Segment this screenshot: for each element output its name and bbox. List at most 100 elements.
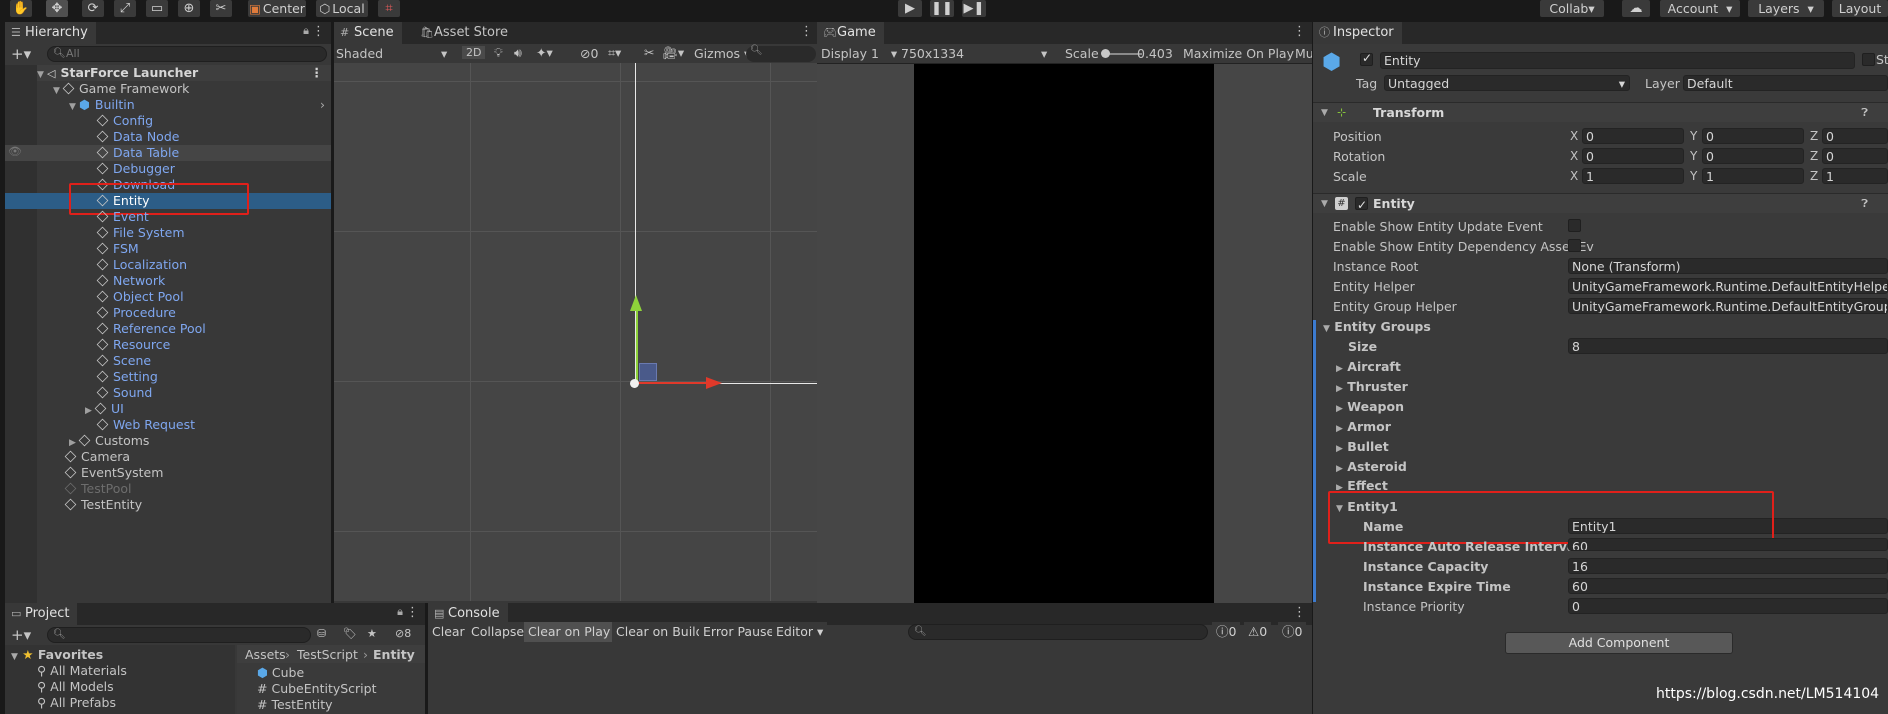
space-toggle[interactable]: ⬡ Local	[316, 0, 368, 17]
rotation-y-field[interactable]: 0	[1702, 148, 1804, 164]
clear-button[interactable]: Clear	[428, 622, 469, 642]
list-item-disabled[interactable]: TestPool	[64, 481, 331, 497]
position-z-field[interactable]: 0	[1822, 128, 1888, 144]
project-search-input[interactable]: 🔍︎	[47, 627, 311, 643]
layer-dropdown[interactable]: Default	[1683, 75, 1888, 91]
group-foldout[interactable]: ▶ Thruster	[1336, 379, 1408, 394]
list-item[interactable]: Event	[96, 209, 331, 225]
kebab-menu-icon[interactable]: ⋮	[406, 605, 419, 620]
list-item[interactable]: ▼ ⬢ Builtin ›	[69, 97, 331, 113]
kebab-menu-icon[interactable]: ⋮	[311, 65, 324, 81]
list-item[interactable]: ▶ Customs	[69, 433, 331, 449]
mute-toggle[interactable]: Mu	[1295, 46, 1312, 61]
step-button[interactable]: ▶❚	[962, 0, 986, 17]
static-checkbox[interactable]	[1862, 53, 1875, 66]
list-item[interactable]: Network	[96, 273, 331, 289]
display-dropdown[interactable]: Display 1 ▾	[821, 46, 897, 61]
scale-z-field[interactable]: 1	[1822, 168, 1888, 184]
favorites-foldout[interactable]: ▼ ★ Favorites	[11, 647, 103, 662]
size-field[interactable]: 8	[1568, 338, 1888, 354]
group-foldout[interactable]: ▶ Aircraft	[1336, 359, 1401, 374]
list-item[interactable]: Debugger	[96, 161, 331, 177]
expire-time-field[interactable]: 60	[1568, 578, 1888, 594]
move-icon[interactable]: ✥	[46, 0, 68, 17]
help-icon[interactable]: ❓︎	[1861, 103, 1868, 123]
kebab-menu-icon[interactable]: ⋮	[1293, 605, 1306, 620]
label-icon[interactable]: 🏷︎	[343, 627, 357, 640]
layout-dropdown[interactable]: Layout	[1832, 0, 1888, 17]
add-component-button[interactable]: Add Component	[1505, 632, 1733, 654]
effects-icon[interactable]: ✦▾	[536, 45, 553, 60]
hand-icon[interactable]: ✋	[10, 0, 32, 17]
hierarchy-search-input[interactable]: 🔍︎ All	[47, 46, 327, 62]
position-x-field[interactable]: 0	[1582, 128, 1684, 144]
x-axis-handle[interactable]	[636, 382, 710, 384]
scale-x-field[interactable]: 1	[1582, 168, 1684, 184]
pivot-handle[interactable]	[630, 379, 639, 388]
list-item[interactable]: ▼ Game Framework	[53, 81, 331, 97]
rotation-z-field[interactable]: 0	[1822, 148, 1888, 164]
hidden-objects-toggle[interactable]: ⊘0	[580, 46, 598, 61]
play-button[interactable]: ▶	[898, 0, 922, 17]
kebab-menu-icon[interactable]: ⋮	[1293, 24, 1306, 39]
scale-icon[interactable]: ⤢	[114, 0, 136, 17]
list-item[interactable]: ⚲ All Materials	[37, 663, 127, 678]
scale-slider-thumb[interactable]	[1101, 49, 1110, 58]
editor-dropdown[interactable]: Editor ▾	[772, 622, 828, 642]
collapse-button[interactable]: Collapse	[467, 622, 529, 642]
visibility-eye-icon[interactable]: 👁︎	[8, 145, 22, 158]
lighting-icon[interactable]: 💡︎	[494, 45, 503, 61]
breadcrumb-item[interactable]: Assets	[245, 647, 286, 662]
list-item[interactable]: # CubeEntityScript	[257, 681, 377, 696]
list-item[interactable]: Data Node	[96, 129, 331, 145]
x-axis-arrow-icon[interactable]	[706, 377, 722, 389]
clear-on-play-toggle[interactable]: Clear on Play	[524, 622, 615, 642]
clear-on-build-toggle[interactable]: Clear on Build	[612, 622, 708, 642]
mode-2d-toggle[interactable]: 2D	[462, 46, 486, 59]
tab-game[interactable]: 🎮︎ Game	[817, 22, 884, 44]
list-item[interactable]: Reference Pool	[96, 321, 331, 337]
foldout-arrow-icon[interactable]: ▼	[1321, 103, 1328, 123]
show-dependency-checkbox[interactable]	[1568, 239, 1581, 252]
group-foldout[interactable]: ▶ Asteroid	[1336, 459, 1407, 474]
object-name-field[interactable]: Entity	[1380, 52, 1855, 69]
priority-field[interactable]: 0	[1568, 598, 1888, 614]
show-update-checkbox[interactable]	[1568, 219, 1581, 232]
error-count-toggle[interactable]: ⓘ0	[1278, 622, 1307, 642]
y-axis-handle[interactable]	[636, 309, 638, 383]
list-item[interactable]: ⚲ All Prefabs	[37, 695, 116, 710]
grid-snap-icon[interactable]: ⌗▾	[608, 45, 621, 61]
xy-plane-handle[interactable]	[639, 363, 657, 381]
filter-type-icon[interactable]: ⛁	[317, 627, 326, 640]
list-item[interactable]: File System	[96, 225, 331, 241]
lock-icon[interactable]: 🔒︎	[303, 24, 309, 38]
rotation-x-field[interactable]: 0	[1582, 148, 1684, 164]
expand-arrow-icon[interactable]: ▶	[85, 403, 95, 419]
resolution-dropdown[interactable]: 750x1334 ▾	[901, 46, 1047, 61]
group-helper-field[interactable]: UnityGameFramework.Runtime.DefaultEntity…	[1568, 298, 1888, 314]
transform-icon[interactable]: ⊕	[178, 0, 200, 17]
tab-asset-store[interactable]: 🛍︎ Asset Store	[414, 22, 517, 44]
help-icon[interactable]: ❓︎	[1861, 194, 1868, 214]
audio-icon[interactable]: 🔊︎	[514, 45, 522, 61]
lock-icon[interactable]: 🔒︎	[397, 605, 403, 619]
shading-mode-dropdown[interactable]: Shaded ▾	[336, 46, 447, 61]
hidden-packages-toggle[interactable]: ⊘8	[395, 627, 411, 640]
scale-y-field[interactable]: 1	[1702, 168, 1804, 184]
rect-icon[interactable]: ▭	[146, 0, 168, 17]
list-item[interactable]: ▶ UI	[85, 401, 331, 417]
list-item[interactable]: ⬢ Cube	[257, 665, 304, 680]
layers-dropdown[interactable]: Layers ▾	[1748, 0, 1824, 17]
list-item[interactable]: EventSystem	[64, 465, 331, 481]
warning-count-toggle[interactable]: ⚠0	[1244, 622, 1272, 642]
scene-search-input[interactable]: 🔍︎	[746, 45, 816, 62]
entity-groups-foldout[interactable]: ▼ Entity Groups	[1323, 319, 1431, 334]
tab-scene[interactable]: # Scene	[334, 22, 402, 44]
scene-row[interactable]: ▼ ◁ StarForce Launcher ⋮	[37, 65, 331, 81]
release-interval-field[interactable]: 60	[1568, 538, 1888, 551]
list-item[interactable]: Camera	[64, 449, 331, 465]
error-pause-toggle[interactable]: Error Pause	[699, 622, 779, 642]
list-item[interactable]: Config	[96, 113, 331, 129]
active-checkbox[interactable]	[1360, 51, 1373, 66]
entity-helper-field[interactable]: UnityGameFramework.Runtime.DefaultEntity…	[1568, 278, 1888, 294]
